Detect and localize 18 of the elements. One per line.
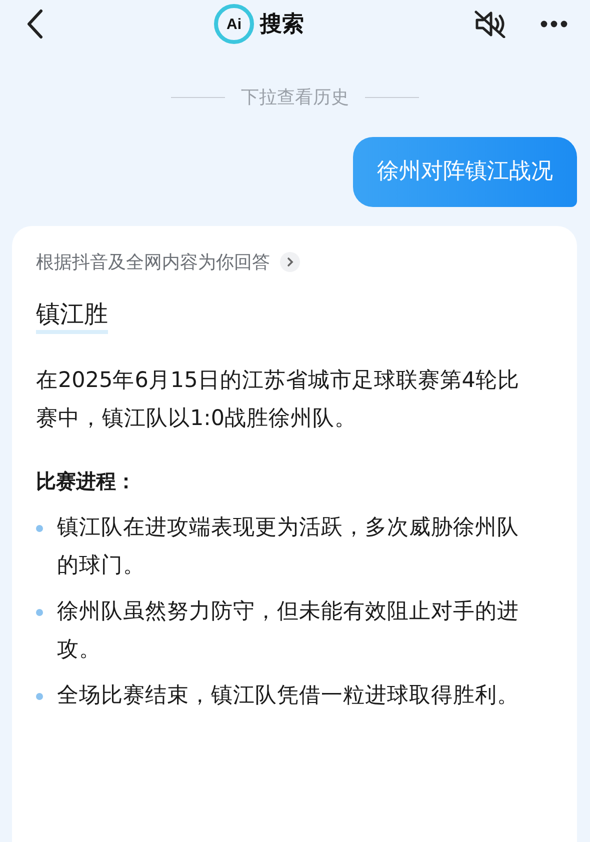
answer-headline: 镇江胜	[36, 298, 108, 334]
mute-icon[interactable]	[474, 10, 506, 38]
history-hint: 下拉查看历史	[241, 86, 349, 109]
bullet-text: 徐州队虽然努力防守，但未能有效阻止对手的进攻。	[57, 598, 520, 664]
page-title: 搜索	[260, 11, 304, 39]
bullet-dot	[36, 693, 43, 700]
source-note: 根据抖音及全网内容为你回答	[36, 251, 270, 274]
bullet-text: 全场比赛结束，镇江队凭借一粒进球取得胜利。	[57, 682, 519, 710]
user-message: 徐州对阵镇江战况	[353, 137, 577, 207]
summary-text: 在2025年6月15日的江苏省城市足球联赛第4轮比赛中，镇江队以1:0战胜徐州队。	[36, 367, 520, 433]
back-icon[interactable]	[26, 9, 44, 39]
chevron-right-icon[interactable]	[280, 252, 300, 272]
more-icon[interactable]	[540, 20, 568, 28]
bullet-text: 镇江队在进攻端表现更为活跃，多次威胁徐州队的球门。	[57, 514, 520, 580]
section-title: 比赛进程：	[36, 468, 137, 495]
bullet-dot	[36, 525, 43, 532]
logo: Ai	[214, 4, 254, 44]
bullet-dot	[36, 609, 43, 616]
